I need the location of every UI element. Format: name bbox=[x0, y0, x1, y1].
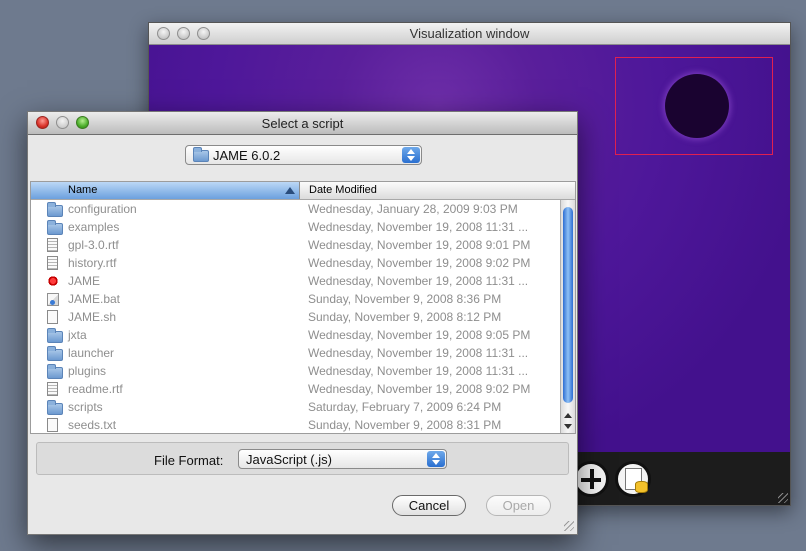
cancel-button[interactable]: Cancel bbox=[392, 495, 466, 516]
text-document-icon bbox=[47, 310, 58, 324]
file-name: scripts bbox=[68, 400, 103, 414]
open-button[interactable]: Open bbox=[486, 495, 551, 516]
file-format-popup[interactable]: JavaScript (.js) bbox=[238, 449, 447, 469]
list-item[interactable]: readme.rtf Wednesday, November 19, 2008 … bbox=[31, 380, 561, 398]
folder-location-popup[interactable]: JAME 6.0.2 bbox=[185, 145, 422, 165]
file-date: Sunday, November 9, 2008 8:36 PM bbox=[308, 292, 502, 306]
dialog-title: Select a script bbox=[261, 116, 344, 131]
viz-dark-sphere bbox=[665, 74, 729, 138]
dialog-titlebar[interactable]: Select a script bbox=[28, 112, 577, 135]
rtf-document-icon bbox=[47, 256, 58, 270]
folder-icon bbox=[47, 220, 63, 235]
list-item[interactable]: configuration Wednesday, January 28, 200… bbox=[31, 200, 561, 218]
file-date: Wednesday, January 28, 2009 9:03 PM bbox=[308, 202, 518, 216]
file-date: Wednesday, November 19, 2008 9:05 PM bbox=[308, 328, 531, 342]
column-header-name[interactable]: Name bbox=[31, 182, 300, 199]
file-rows: configuration Wednesday, January 28, 200… bbox=[31, 200, 561, 433]
file-date: Wednesday, November 19, 2008 11:31 ... bbox=[308, 274, 529, 288]
list-item[interactable]: plugins Wednesday, November 19, 2008 11:… bbox=[31, 362, 561, 380]
folder-location-value: JAME 6.0.2 bbox=[213, 148, 281, 163]
batch-file-icon bbox=[47, 293, 59, 306]
file-date: Wednesday, November 19, 2008 11:31 ... bbox=[308, 364, 529, 378]
viz-titlebar[interactable]: Visualization window bbox=[149, 23, 790, 45]
file-date: Wednesday, November 19, 2008 9:02 PM bbox=[308, 256, 531, 270]
list-item[interactable]: JAME.bat Sunday, November 9, 2008 8:36 P… bbox=[31, 290, 561, 308]
list-item[interactable]: examples Wednesday, November 19, 2008 11… bbox=[31, 218, 561, 236]
chevron-up-down-icon bbox=[402, 147, 420, 163]
file-name: JAME.sh bbox=[68, 310, 117, 324]
column-name-label: Name bbox=[68, 184, 98, 196]
file-list[interactable]: Name Date Modified configuration Wednesd… bbox=[30, 181, 576, 434]
file-name: seeds.txt bbox=[68, 418, 117, 432]
list-item[interactable]: JAME Wednesday, November 19, 2008 11:31 … bbox=[31, 272, 561, 290]
database-shape bbox=[635, 481, 648, 493]
viz-selection-box bbox=[615, 57, 773, 155]
list-item[interactable]: seeds.txt Sunday, November 9, 2008 8:31 … bbox=[31, 416, 561, 433]
list-item[interactable]: jxta Wednesday, November 19, 2008 9:05 P… bbox=[31, 326, 561, 344]
rtf-document-icon bbox=[47, 238, 58, 252]
file-name: examples bbox=[68, 220, 120, 234]
folder-icon bbox=[47, 202, 63, 217]
folder-icon bbox=[193, 147, 209, 162]
file-date: Sunday, November 9, 2008 8:31 PM bbox=[308, 418, 502, 432]
text-document-icon bbox=[47, 418, 58, 432]
file-format-bar: File Format: JavaScript (.js) bbox=[36, 442, 569, 475]
add-icon[interactable] bbox=[573, 461, 609, 497]
scroll-up-icon[interactable] bbox=[564, 413, 572, 418]
file-date: Wednesday, November 19, 2008 11:31 ... bbox=[308, 220, 529, 234]
folder-icon bbox=[47, 364, 63, 379]
file-format-label: File Format: bbox=[154, 453, 224, 468]
file-date: Wednesday, November 19, 2008 11:31 ... bbox=[308, 346, 529, 360]
file-name: readme.rtf bbox=[68, 382, 123, 396]
file-name: history.rtf bbox=[68, 256, 117, 270]
list-item[interactable]: history.rtf Wednesday, November 19, 2008… bbox=[31, 254, 561, 272]
file-name: jxta bbox=[68, 328, 87, 342]
file-date: Wednesday, November 19, 2008 9:02 PM bbox=[308, 382, 531, 396]
file-format-value: JavaScript (.js) bbox=[246, 452, 332, 467]
column-header-date-modified[interactable]: Date Modified bbox=[309, 184, 377, 196]
vertical-scrollbar[interactable] bbox=[560, 200, 575, 433]
scroll-down-icon[interactable] bbox=[564, 424, 572, 429]
folder-icon bbox=[47, 346, 63, 361]
file-date: Saturday, February 7, 2009 6:24 PM bbox=[308, 400, 502, 414]
file-name: configuration bbox=[68, 202, 137, 216]
select-script-dialog: Select a script JAME 6.0.2 Name Date Mod… bbox=[27, 111, 578, 535]
scrollbar-thumb[interactable] bbox=[563, 207, 573, 403]
chevron-up-down-icon bbox=[427, 451, 445, 467]
folder-icon bbox=[47, 328, 63, 343]
resize-grip-icon[interactable] bbox=[564, 521, 574, 531]
rtf-document-icon bbox=[47, 382, 58, 396]
viz-window-title: Visualization window bbox=[409, 26, 530, 41]
list-item[interactable]: scripts Saturday, February 7, 2009 6:24 … bbox=[31, 398, 561, 416]
file-name: JAME bbox=[68, 274, 101, 288]
file-date: Wednesday, November 19, 2008 9:01 PM bbox=[308, 238, 531, 252]
list-item[interactable]: gpl-3.0.rtf Wednesday, November 19, 2008… bbox=[31, 236, 561, 254]
file-name: launcher bbox=[68, 346, 115, 360]
file-name: gpl-3.0.rtf bbox=[68, 238, 119, 252]
list-item[interactable]: JAME.sh Sunday, November 9, 2008 8:12 PM bbox=[31, 308, 561, 326]
file-list-header: Name Date Modified bbox=[31, 182, 575, 200]
resize-grip-icon[interactable] bbox=[778, 493, 788, 503]
file-name: plugins bbox=[68, 364, 107, 378]
file-date: Sunday, November 9, 2008 8:12 PM bbox=[308, 310, 502, 324]
list-item[interactable]: launcher Wednesday, November 19, 2008 11… bbox=[31, 344, 561, 362]
document-database-icon[interactable] bbox=[615, 461, 651, 497]
sort-ascending-icon bbox=[285, 187, 295, 194]
file-name: JAME.bat bbox=[68, 292, 121, 306]
folder-icon bbox=[47, 400, 63, 415]
application-icon bbox=[47, 275, 59, 287]
